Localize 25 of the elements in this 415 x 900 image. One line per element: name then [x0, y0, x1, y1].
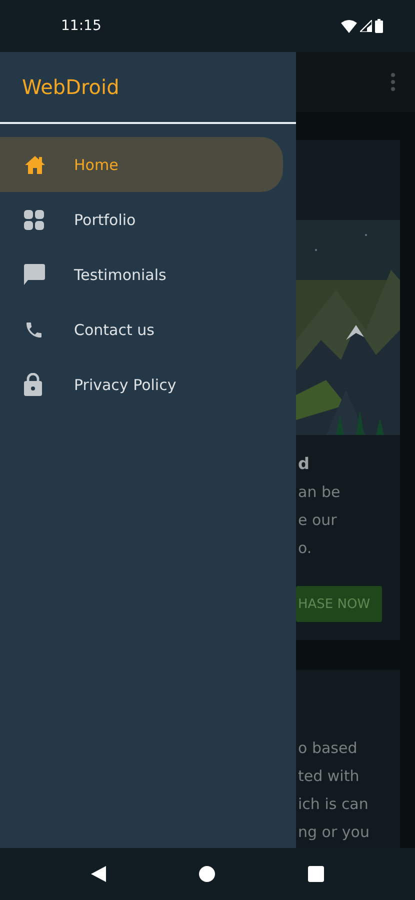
- home-button-icon[interactable]: [199, 866, 215, 882]
- battery-icon: [375, 19, 383, 33]
- phone-icon: [24, 320, 44, 340]
- drawer-item[interactable]: Portfolio: [0, 192, 283, 247]
- drawer-item[interactable]: Testimonials: [0, 247, 283, 302]
- drawer-item[interactable]: Contact us: [0, 302, 283, 357]
- chat-bubble-icon: [24, 264, 45, 285]
- body-text: an be: [297, 482, 342, 503]
- home-icon: [24, 154, 46, 174]
- signal-icon: [360, 20, 372, 32]
- body-text: o.: [297, 538, 313, 559]
- lock-icon: [24, 373, 42, 396]
- drawer-item[interactable]: Privacy Policy: [0, 357, 283, 412]
- grid-icon: [24, 210, 44, 230]
- body-text: ng or you: [297, 822, 370, 843]
- card-heading: d: [297, 453, 310, 475]
- body-text: ich is can: [297, 794, 370, 815]
- body-text: ted with: [297, 766, 360, 787]
- drawer-item[interactable]: Home: [0, 137, 283, 192]
- status-time: 11:15: [61, 18, 102, 34]
- app-title: WebDroid: [22, 75, 120, 99]
- body-text: o based: [297, 738, 358, 759]
- body-text: e our: [297, 510, 338, 531]
- wifi-icon: [341, 20, 357, 32]
- back-icon[interactable]: [91, 866, 106, 882]
